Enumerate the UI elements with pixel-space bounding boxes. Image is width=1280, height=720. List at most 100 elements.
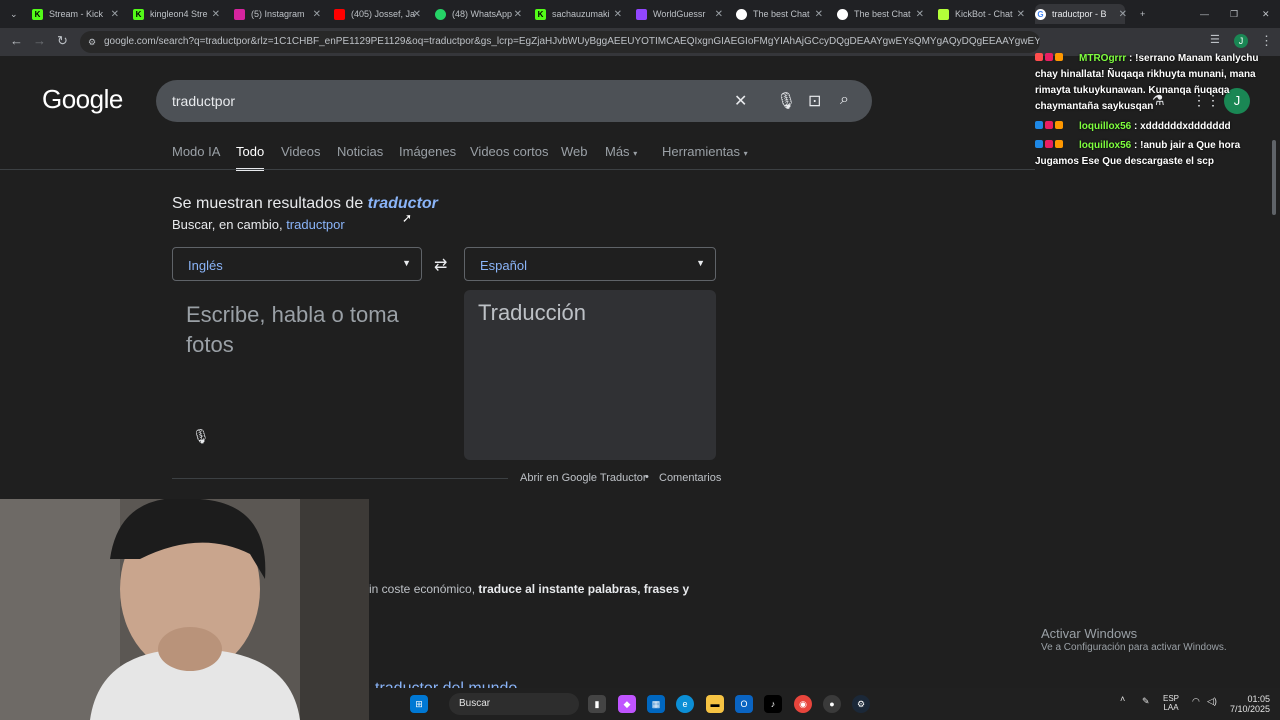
- file-explorer-icon[interactable]: ▬: [706, 695, 724, 713]
- copilot-icon[interactable]: ◆: [618, 695, 636, 713]
- search-input[interactable]: traductpor: [172, 93, 235, 109]
- store-icon[interactable]: ▦: [647, 695, 665, 713]
- chat-message: loquillox56 : !anub jair a Que hora Juga…: [1035, 138, 1241, 167]
- activate-windows-title: Activar Windows: [1041, 626, 1138, 641]
- feedback-link[interactable]: Comentarios: [659, 472, 721, 484]
- nav-divider: [0, 169, 1035, 170]
- clock[interactable]: 01:05 7/10/2025: [1222, 694, 1270, 714]
- close-icon[interactable]: ✕: [916, 9, 924, 20]
- tab-kickbot[interactable]: KickBot - Chat ✕: [938, 4, 1025, 24]
- showing-results-for: Se muestran resultados de traductor: [172, 195, 438, 212]
- forward-icon[interactable]: →: [33, 33, 46, 48]
- twitch-icon: [636, 8, 647, 20]
- back-icon[interactable]: ←: [10, 33, 23, 48]
- webcam-person-image: [0, 499, 369, 720]
- translator-divider: [172, 478, 508, 479]
- tab-whatsapp[interactable]: (48) WhatsApp ✕: [435, 4, 522, 24]
- tab-kingleon[interactable]: Kkingleon4 Stre ✕: [133, 4, 220, 24]
- steam-icon[interactable]: ⚙: [852, 695, 870, 713]
- tab-noticias[interactable]: Noticias: [337, 144, 383, 159]
- outlook-icon[interactable]: O: [735, 695, 753, 713]
- caret-down-icon: ▾: [633, 149, 638, 158]
- close-icon[interactable]: ✕: [514, 9, 522, 20]
- close-icon[interactable]: ✕: [111, 9, 119, 20]
- language-indicator[interactable]: ESP LAA: [1160, 694, 1182, 712]
- source-placeholder: Escribe, habla o toma fotos: [186, 302, 399, 357]
- tab-worldguessr[interactable]: WorldGuessr ✕: [636, 4, 723, 24]
- tab-youtube[interactable]: (405) Jossef, Ja ✕: [334, 4, 421, 24]
- clear-icon[interactable]: ✕: [734, 91, 747, 111]
- kick-icon: K: [535, 8, 546, 20]
- open-in-translate-link[interactable]: Abrir en Google Traductor: [520, 472, 647, 484]
- task-view-icon[interactable]: ▮: [588, 695, 606, 713]
- reload-icon[interactable]: ↻: [57, 33, 68, 49]
- tab-kick-stream[interactable]: K Stream - Kick ✕: [32, 4, 119, 24]
- instagram-icon: [234, 8, 245, 20]
- source-language-select[interactable]: Inglés ▼: [172, 247, 422, 281]
- volume-icon[interactable]: ◁): [1207, 696, 1217, 707]
- windows-start-icon[interactable]: ⊞: [410, 695, 428, 713]
- tiktok-icon[interactable]: ♪: [764, 695, 782, 713]
- tab-web[interactable]: Web: [561, 144, 588, 159]
- google-logo[interactable]: Google: [42, 84, 123, 115]
- target-language-select[interactable]: Español ▼: [464, 247, 716, 281]
- tab-imagenes[interactable]: Imágenes: [399, 144, 456, 159]
- search-icon[interactable]: ⌕: [840, 91, 849, 109]
- close-icon[interactable]: ✕: [715, 9, 723, 20]
- lens-icon[interactable]: ⊡: [808, 91, 821, 111]
- result-snippet: in coste económico, traduce al instante …: [369, 582, 690, 596]
- caret-down-icon: ▾: [743, 149, 748, 158]
- chrome-icon[interactable]: ◉: [794, 695, 812, 713]
- github-icon: [736, 8, 747, 20]
- tab-todo[interactable]: Todo: [236, 144, 265, 171]
- chat-badges: [1035, 51, 1079, 67]
- taskbar-search[interactable]: Buscar: [449, 693, 579, 715]
- chevron-up-icon[interactable]: ˄: [1120, 694, 1125, 704]
- caret-down-icon: ▼: [402, 258, 411, 268]
- chat-badges: [1035, 119, 1079, 135]
- tab-mas[interactable]: Más ▾: [605, 144, 637, 159]
- wifi-icon[interactable]: ◠: [1192, 696, 1200, 707]
- tab-chat-2[interactable]: The best Chat ✕: [837, 4, 924, 24]
- tab-search-icon[interactable]: ⌄: [10, 4, 20, 24]
- microphone-icon[interactable]: 🎙: [192, 428, 210, 445]
- close-icon[interactable]: ✕: [212, 9, 220, 20]
- whatsapp-icon: [435, 8, 446, 20]
- tab-sachauzumaki[interactable]: Ksachauzumaki ✕: [535, 4, 622, 24]
- tab-modo-ia[interactable]: Modo IA: [172, 144, 220, 159]
- system-tray[interactable]: ˄: [1120, 694, 1125, 704]
- close-icon[interactable]: ✕: [614, 9, 622, 20]
- original-query-link[interactable]: traductpor: [286, 217, 345, 232]
- site-info-icon[interactable]: ⚙: [88, 31, 96, 53]
- chat-badges: [1035, 138, 1079, 154]
- close-icon[interactable]: ✕: [413, 9, 421, 20]
- obs-icon[interactable]: ●: [823, 695, 841, 713]
- separator-dot: •: [645, 471, 649, 483]
- translation-placeholder: Traducción: [478, 300, 587, 325]
- address-bar[interactable]: ⚙ google.com/search?q=traductpor&rlz=1C1C…: [80, 31, 1040, 53]
- close-icon[interactable]: ✕: [1017, 9, 1025, 20]
- stream-chat-overlay: MTROgrrr : !serrano Manam kanlychu chay …: [1035, 0, 1280, 175]
- tab-herramientas[interactable]: Herramientas ▾: [662, 144, 748, 159]
- scrollbar[interactable]: [1272, 140, 1276, 215]
- corrected-query-link[interactable]: traductor: [368, 195, 438, 212]
- edge-icon[interactable]: e: [676, 695, 694, 713]
- caret-down-icon: ▼: [696, 258, 705, 268]
- swap-languages-icon[interactable]: ⇄: [434, 255, 447, 275]
- tab-instagram[interactable]: (5) Instagram ✕: [234, 4, 321, 24]
- kickbot-icon: [938, 8, 949, 20]
- activate-windows-subtitle: Ve a Configuración para activar Windows.: [1041, 642, 1227, 653]
- search-box[interactable]: traductpor ✕ 🎙 ⊡ ⌕: [156, 80, 872, 122]
- voice-search-icon[interactable]: 🎙: [776, 91, 796, 111]
- close-icon[interactable]: ✕: [815, 9, 823, 20]
- search-instead: Buscar, en cambio, traductpor: [172, 217, 345, 232]
- close-icon[interactable]: ✕: [313, 9, 321, 20]
- kick-icon: K: [32, 8, 43, 20]
- mouse-cursor-icon: ➚: [402, 211, 413, 225]
- pen-icon[interactable]: ✎: [1142, 696, 1150, 707]
- tab-videos[interactable]: Videos: [281, 144, 321, 159]
- github-icon: [837, 8, 848, 20]
- tab-videos-cortos[interactable]: Videos cortos: [470, 144, 549, 159]
- tab-chat-1[interactable]: The best Chat ✕: [736, 4, 823, 24]
- kick-icon: K: [133, 8, 144, 20]
